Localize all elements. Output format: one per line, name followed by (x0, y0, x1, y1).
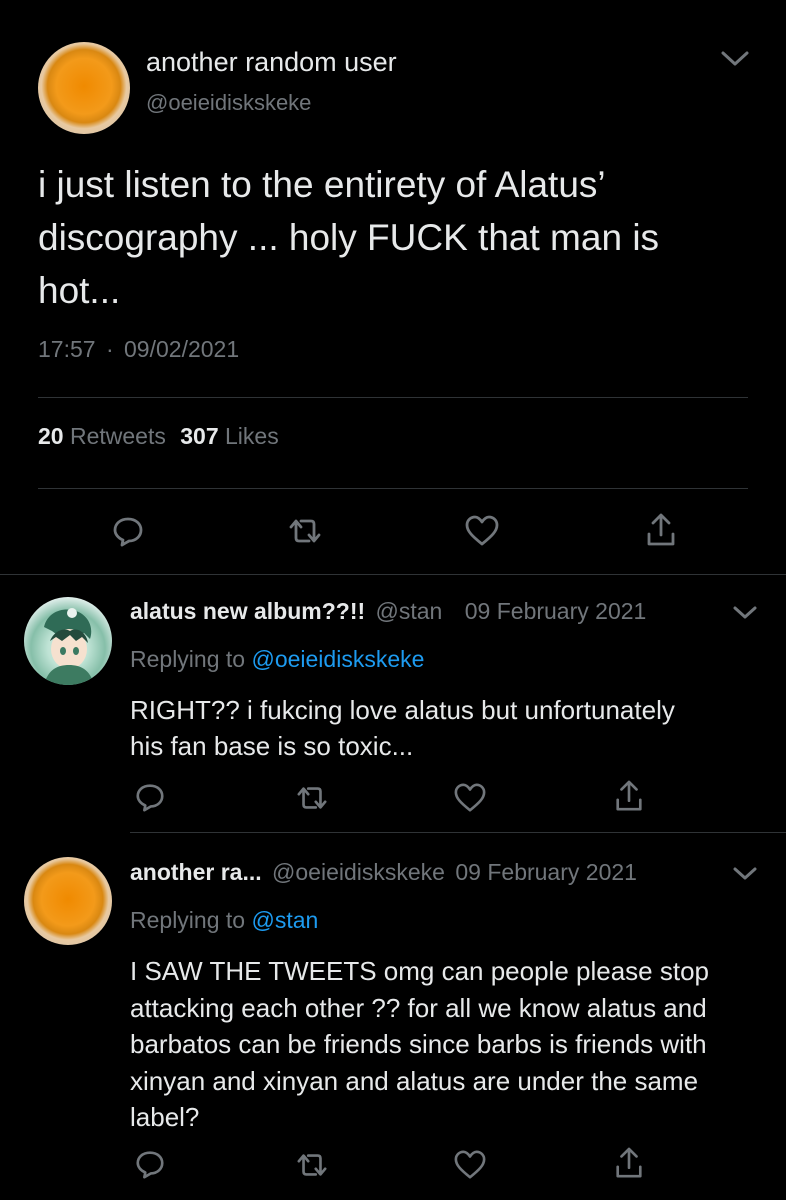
chevron-down-icon[interactable] (730, 600, 760, 626)
avatar[interactable] (24, 857, 112, 945)
retweets-count: 20 (38, 423, 64, 449)
likes-stat[interactable]: 307 Likes (180, 423, 278, 449)
handle[interactable]: @stan (376, 598, 443, 624)
reply-text: I SAW THE TWEETS omg can people please s… (130, 956, 709, 1132)
display-name[interactable]: alatus new album??!! (130, 598, 365, 624)
divider (38, 397, 748, 398)
retweet-icon[interactable] (293, 782, 331, 814)
handle[interactable]: @oeieidiskskeke (146, 90, 311, 116)
share-icon[interactable] (613, 1146, 645, 1180)
chevron-down-icon[interactable] (730, 861, 760, 887)
reply-header: another ra... @oeieidiskskeke 09 Februar… (130, 859, 637, 886)
display-name[interactable]: another random user (146, 47, 397, 78)
tweet-time: 17:57 (38, 336, 96, 362)
reply-header: alatus new album??!! @stan 09 February 2… (130, 598, 646, 625)
reply-date: 09 February 2021 (455, 859, 637, 885)
display-name[interactable]: another ra... (130, 859, 262, 885)
retweet-icon[interactable] (285, 514, 325, 548)
divider (38, 488, 748, 489)
tweet-text: i just listen to the entirety of Alatus’… (38, 164, 660, 311)
replying-to-handle[interactable]: @stan (251, 907, 318, 933)
divider (0, 574, 786, 575)
tweet-date: 09/02/2021 (124, 336, 240, 362)
replying-to-handle[interactable]: @oeieidiskskeke (251, 646, 424, 672)
retweet-icon[interactable] (293, 1149, 331, 1181)
reply-date: 09 February 2021 (464, 598, 647, 624)
replying-to-label: Replying to (130, 907, 246, 933)
heart-icon[interactable] (464, 514, 500, 548)
replying-to: Replying to @stan (130, 907, 318, 934)
avatar[interactable] (38, 42, 130, 134)
likes-count: 307 (180, 423, 219, 449)
reply-text: RIGHT?? i fukcing love alatus but unfort… (130, 695, 675, 761)
share-icon[interactable] (613, 779, 645, 813)
separator: · (105, 336, 114, 362)
reply-icon[interactable] (134, 1148, 166, 1180)
heart-icon[interactable] (453, 1149, 487, 1181)
share-icon[interactable] (644, 512, 678, 548)
engagement-stats: 20 Retweets 307 Likes (38, 423, 279, 450)
reply-icon[interactable] (134, 781, 166, 813)
avatar[interactable] (24, 597, 112, 685)
tweet-timestamp: 17:57 · 09/02/2021 (38, 336, 239, 363)
handle[interactable]: @oeieidiskskeke (272, 859, 445, 885)
replying-to-label: Replying to (130, 646, 246, 672)
retweets-stat[interactable]: 20 Retweets (38, 423, 172, 449)
reply-icon[interactable] (111, 514, 145, 548)
divider (130, 832, 786, 833)
likes-label: Likes (225, 423, 279, 449)
chevron-down-icon[interactable] (718, 44, 752, 74)
retweets-label: Retweets (69, 423, 166, 449)
heart-icon[interactable] (453, 782, 487, 814)
replying-to: Replying to @oeieidiskskeke (130, 646, 424, 673)
